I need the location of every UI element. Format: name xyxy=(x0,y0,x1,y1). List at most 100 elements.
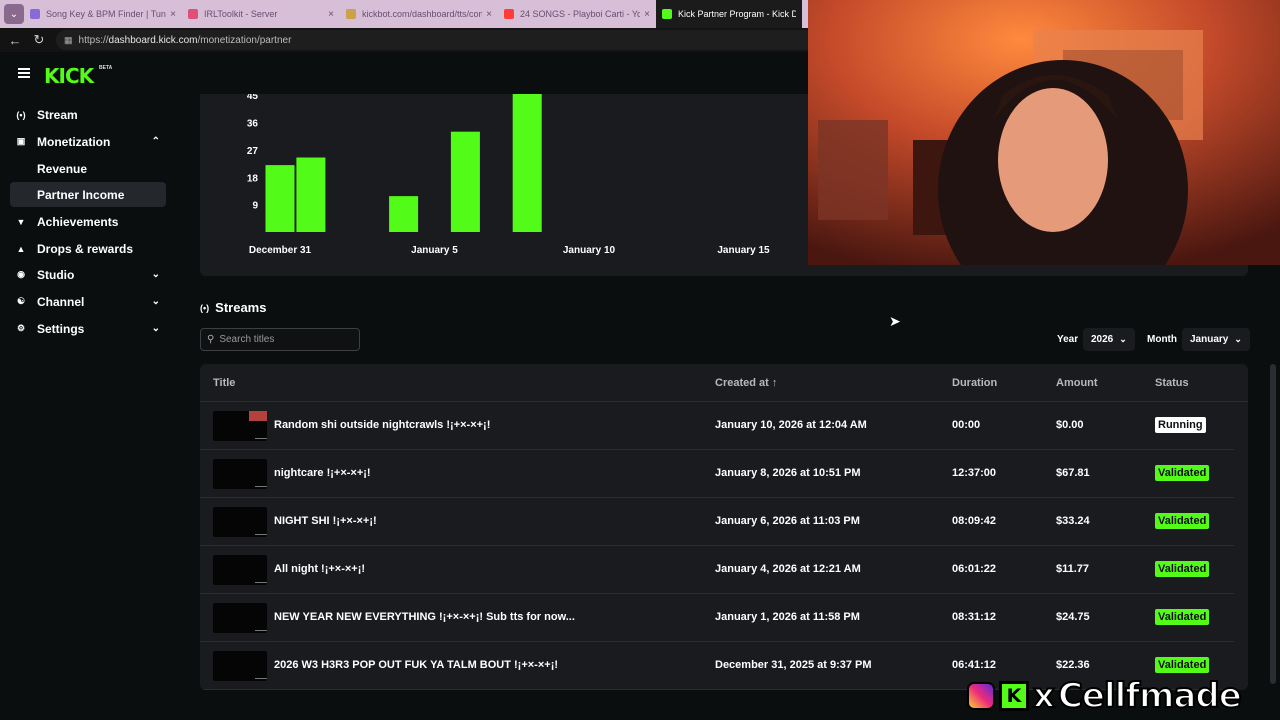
stream-created-at: January 4, 2026 at 12:21 AM xyxy=(715,563,861,575)
chart-bar[interactable] xyxy=(296,157,326,232)
table-row[interactable]: Random shi outside nightcrawls !¡+×-×+¡!… xyxy=(200,402,1234,450)
sidebar-item-revenue[interactable]: Revenue xyxy=(10,156,166,181)
tab-label: IRLToolkit - Server xyxy=(204,9,278,19)
browser-tab[interactable]: kickbot.com/dashboard/tts/com × xyxy=(340,0,498,28)
browser-tab[interactable]: IRLToolkit - Server × xyxy=(182,0,340,28)
y-tick-label: 45 xyxy=(247,94,259,102)
hamburger-menu-icon[interactable] xyxy=(18,68,30,78)
status-badge: Running xyxy=(1155,417,1206,433)
url-host: dashboard.kick.com xyxy=(108,34,198,46)
tab-search-button[interactable]: ⌄ xyxy=(4,4,24,24)
chevron-down-icon: ⌄ xyxy=(1234,334,1242,344)
url-path: /monetization/partner xyxy=(197,34,292,46)
stream-amount: $33.24 xyxy=(1056,515,1090,527)
tab-label: Kick Partner Program - Kick Dashb xyxy=(678,9,796,19)
column-header-title[interactable]: Title xyxy=(213,377,235,389)
sidebar-item-partner-income[interactable]: Partner Income xyxy=(10,182,166,207)
reload-icon[interactable]: ↻ xyxy=(30,32,48,48)
watermark-text: Cellfmade xyxy=(1057,675,1243,717)
chevron-down-icon: ⌄ xyxy=(1119,334,1127,344)
broadcast-icon: (•) xyxy=(200,302,210,313)
column-header-duration[interactable]: Duration xyxy=(952,377,997,389)
stream-thumbnail xyxy=(213,459,267,489)
browser-tab[interactable]: 24 SONGS - Playboi Carti - YouTu × xyxy=(498,0,656,28)
streamer-watermark: K x Cellfmade xyxy=(962,672,1280,720)
close-tab-icon[interactable]: × xyxy=(644,9,650,20)
sidebar-item-achievements[interactable]: ▼ Achievements xyxy=(10,209,166,234)
sidebar-item-drops-rewards[interactable]: ▲ Drops & rewards xyxy=(10,236,166,261)
thumbnail-duration-bar xyxy=(255,534,267,535)
sidebar-item-monetization[interactable]: ▣ Monetization ⌃ xyxy=(10,129,166,154)
column-header-amount[interactable]: Amount xyxy=(1056,377,1098,389)
stream-title: All night !¡+×-×+¡! xyxy=(274,563,366,575)
thumbnail-preview xyxy=(249,411,267,421)
page-scrollbar[interactable] xyxy=(1270,364,1276,684)
stream-amount: $11.77 xyxy=(1056,563,1090,575)
y-tick-label: 27 xyxy=(247,146,259,157)
chart-bar[interactable] xyxy=(389,196,419,232)
kick-icon: K xyxy=(999,681,1029,711)
youtube-favicon-icon xyxy=(504,9,514,19)
year-value: 2026 xyxy=(1091,334,1114,345)
thumbnail-duration-bar xyxy=(255,678,267,679)
table-row[interactable]: NIGHT SHI !¡+×-×+¡! January 6, 2026 at 1… xyxy=(200,498,1234,546)
thumbnail-duration-bar xyxy=(255,438,267,439)
tunebat-favicon-icon xyxy=(30,9,40,19)
sidebar-item-stream[interactable]: (•) Stream xyxy=(10,102,166,127)
chevron-down-icon: ⌄ xyxy=(151,323,160,334)
stream-thumbnail xyxy=(213,603,267,633)
stream-amount: $24.75 xyxy=(1056,611,1090,623)
instagram-icon xyxy=(967,682,995,710)
sidebar-item-label: Settings xyxy=(37,321,85,336)
stream-created-at: January 8, 2026 at 10:51 PM xyxy=(715,467,861,479)
sidebar-item-settings[interactable]: ⚙ Settings ⌄ xyxy=(10,316,166,341)
table-row[interactable]: nightcare !¡+×-×+¡! January 8, 2026 at 1… xyxy=(200,450,1234,498)
browser-tab-active[interactable]: Kick Partner Program - Kick Dashb xyxy=(656,0,802,28)
close-tab-icon[interactable]: × xyxy=(328,9,334,20)
search-input[interactable] xyxy=(219,334,350,345)
streams-section-title: (•) Streams xyxy=(200,300,266,315)
stream-duration: 06:01:22 xyxy=(952,563,997,575)
status-badge: Validated xyxy=(1155,513,1210,529)
kick-logo[interactable]: KICK xyxy=(44,64,94,88)
table-row[interactable]: All night !¡+×-×+¡! January 4, 2026 at 1… xyxy=(200,546,1234,594)
stream-title: 2026 W3 H3R3 POP OUT FUK YA TALM BOUT !¡… xyxy=(274,659,559,671)
year-select[interactable]: 2026 ⌄ xyxy=(1083,328,1135,351)
status-badge: Validated xyxy=(1155,609,1210,625)
kickbot-favicon-icon xyxy=(346,9,356,19)
sidebar-item-label: Channel xyxy=(37,294,85,309)
stream-duration: 12:37:00 xyxy=(952,467,997,479)
webcam-overlay xyxy=(808,0,1280,265)
column-header-created-at[interactable]: Created at ↑ xyxy=(715,377,777,389)
month-select[interactable]: January ⌄ xyxy=(1182,328,1250,351)
url-prefix: https:// xyxy=(78,34,109,46)
chart-bar[interactable] xyxy=(450,131,480,232)
stream-title: NIGHT SHI !¡+×-×+¡! xyxy=(274,515,377,527)
year-label: Year xyxy=(1057,334,1079,345)
search-titles-box[interactable]: ⚲ xyxy=(200,328,360,351)
month-label: Month xyxy=(1147,334,1177,345)
table-row[interactable]: NEW YEAR NEW EVERYTHING !¡+×-×+¡! Sub tt… xyxy=(200,594,1234,642)
chart-bar[interactable] xyxy=(265,165,295,232)
month-value: January xyxy=(1190,334,1229,345)
y-tick-label: 9 xyxy=(252,201,258,212)
x-tick-label: January 5 xyxy=(411,245,458,256)
sidebar-item-studio[interactable]: ◉ Studio ⌄ xyxy=(10,262,166,287)
stream-thumbnail xyxy=(213,507,267,537)
close-tab-icon[interactable]: × xyxy=(486,9,492,20)
back-arrow-icon[interactable]: ← xyxy=(6,33,24,48)
site-info-icon[interactable]: ▦ xyxy=(64,35,73,46)
chart-bar[interactable] xyxy=(512,94,542,232)
sidebar-item-channel[interactable]: ☯ Channel ⌄ xyxy=(10,289,166,314)
sidebar-item-label: Partner Income xyxy=(37,187,125,202)
sidebar: (•) Stream ▣ Monetization ⌃ Revenue Part… xyxy=(0,94,178,720)
gear-icon: ⚙ xyxy=(16,323,26,333)
beta-label: BETA xyxy=(99,65,113,71)
stream-created-at: December 31, 2025 at 9:37 PM xyxy=(715,659,872,671)
chevron-down-icon: ⌄ xyxy=(151,296,160,307)
column-header-status[interactable]: Status xyxy=(1155,377,1189,389)
url-field[interactable]: ▦ https://dashboard.kick.com/monetizatio… xyxy=(56,30,816,50)
trophy-icon: ▼ xyxy=(16,216,26,227)
browser-tab[interactable]: Song Key & BPM Finder | Tunebat × xyxy=(24,0,182,28)
close-tab-icon[interactable]: × xyxy=(170,9,176,20)
